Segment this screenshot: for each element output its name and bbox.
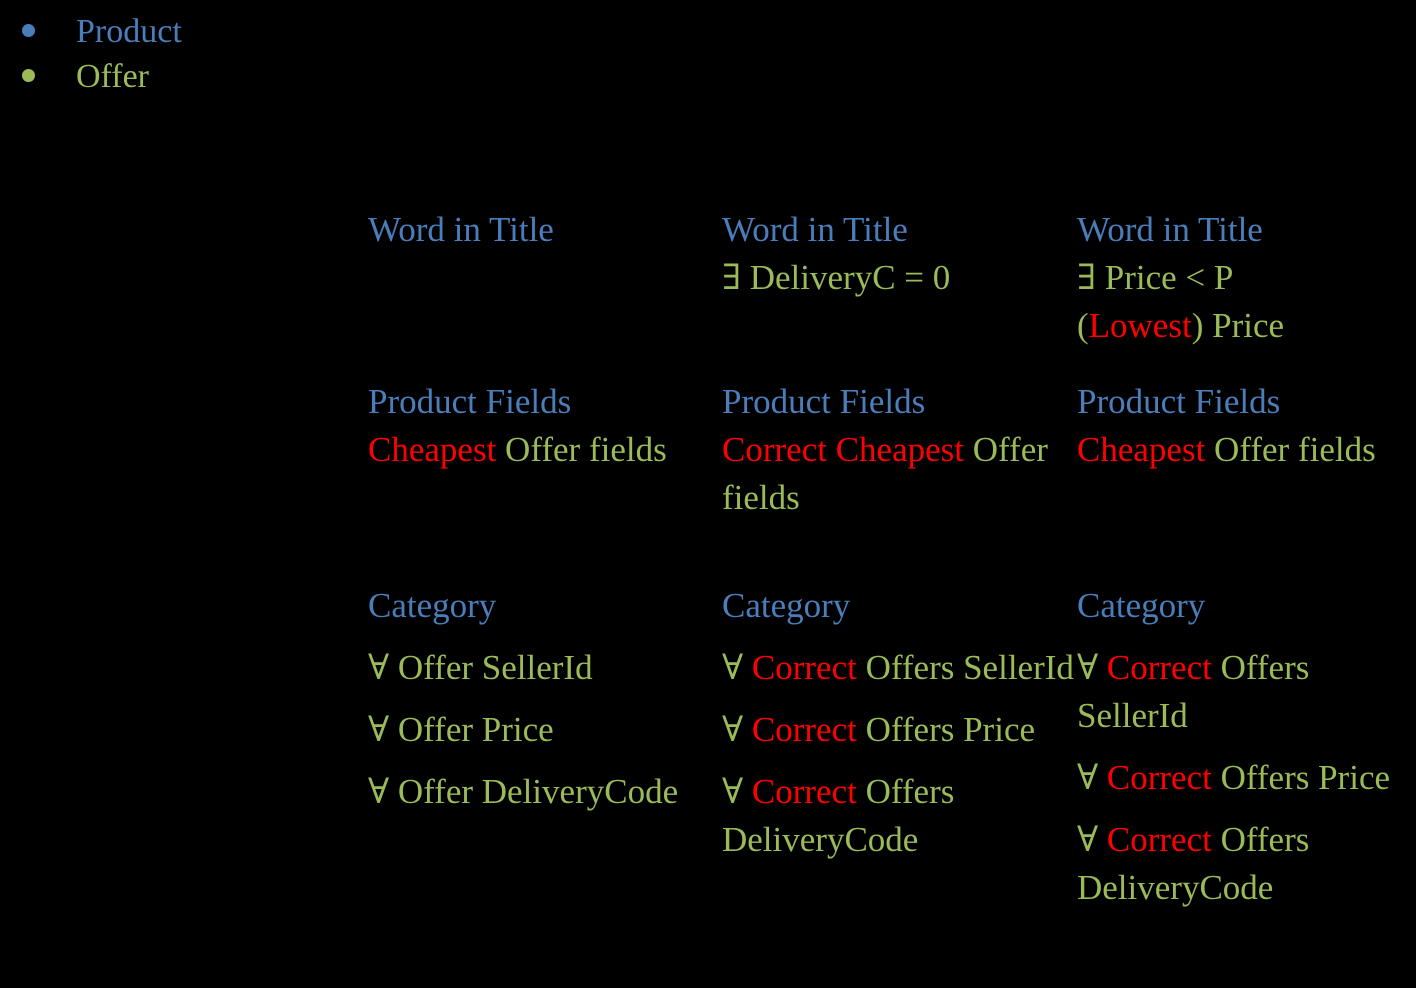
- column-2: Word in Title ∃ DeliveryC = 0 Product Fi…: [722, 206, 1077, 926]
- column-3-header-condition: ∃ Price < P: [1077, 254, 1416, 302]
- column-2-category-item-3: ∀ Correct Offers DeliveryCode: [722, 768, 1077, 864]
- column-1-category-item-1-rest: Offer SellerId: [397, 648, 593, 687]
- column-1-header-block: Word in Title: [368, 206, 722, 378]
- list-item: Offer: [22, 57, 382, 102]
- column-1-category-title: Category: [368, 586, 497, 625]
- forall-icon: ∀: [368, 648, 398, 687]
- column-3-header-extra-highlight: Lowest: [1088, 306, 1192, 345]
- column-1-category-item-3-rest: Offer DeliveryCode: [397, 772, 679, 811]
- column-2-category-item-2-rest: Offers Price: [856, 710, 1036, 749]
- column-3-header-title: Word in Title: [1077, 210, 1263, 249]
- forall-icon: ∀: [1077, 820, 1107, 859]
- column-2-category-item-1-highlight: Correct: [751, 648, 857, 687]
- column-1-fields-block: Product Fields Cheapest Offer fields: [368, 378, 722, 582]
- column-2-fields-highlight: Correct Cheapest: [722, 430, 964, 469]
- exists-icon: ∃: [722, 258, 750, 297]
- exists-icon: ∃: [1077, 258, 1105, 297]
- column-3-fields-highlight: Cheapest: [1077, 430, 1206, 469]
- column-1: Word in Title Product Fields Cheapest Of…: [368, 206, 722, 926]
- column-1-header-title: Word in Title: [368, 210, 554, 249]
- column-2-category-item-3-highlight: Correct: [751, 772, 857, 811]
- column-2-fields-value: Correct Cheapest Offer fields: [722, 426, 1077, 522]
- forall-icon: ∀: [722, 772, 752, 811]
- column-3-category-item-2-highlight: Correct: [1106, 758, 1212, 797]
- column-2-category-block: Category ∀ Correct Offers SellerId ∀ Cor…: [722, 582, 1077, 864]
- column-1-category-item-3: ∀ Offer DeliveryCode: [368, 768, 722, 816]
- forall-icon: ∀: [1077, 758, 1107, 797]
- column-3-fields-title: Product Fields: [1077, 382, 1281, 421]
- column-3-category-item-2: ∀ Correct Offers Price: [1077, 754, 1416, 802]
- column-3-category-item-2-rest: Offers Price: [1211, 758, 1391, 797]
- column-1-category-block: Category ∀ Offer SellerId ∀ Offer Price …: [368, 582, 722, 816]
- column-3-category-item-3-highlight: Correct: [1106, 820, 1212, 859]
- column-3-header-condition-text: Price < P: [1104, 258, 1234, 297]
- forall-icon: ∀: [722, 710, 752, 749]
- bullet-label-product: Product: [76, 13, 182, 50]
- forall-icon: ∀: [722, 648, 752, 687]
- column-3-header-extra-suffix: ) Price: [1191, 306, 1285, 345]
- comparison-columns: Word in Title Product Fields Cheapest Of…: [368, 206, 1416, 926]
- column-1-category-item-2: ∀ Offer Price: [368, 706, 722, 754]
- column-3-header-block: Word in Title ∃ Price < P (Lowest) Price: [1077, 206, 1416, 378]
- column-1-fields-value: Cheapest Offer fields: [368, 426, 722, 474]
- column-2-header-condition: ∃ DeliveryC = 0: [722, 254, 1077, 302]
- column-2-header-condition-text: DeliveryC = 0: [749, 258, 951, 297]
- column-3-fields-value: Cheapest Offer fields: [1077, 426, 1416, 474]
- column-1-fields-highlight: Cheapest: [368, 430, 497, 469]
- forall-icon: ∀: [368, 710, 398, 749]
- column-2-category-item-1: ∀ Correct Offers SellerId: [722, 644, 1077, 692]
- bullet-label-offer: Offer: [76, 58, 149, 95]
- forall-icon: ∀: [1077, 648, 1107, 687]
- column-3-fields-block: Product Fields Cheapest Offer fields: [1077, 378, 1416, 582]
- column-2-header-block: Word in Title ∃ DeliveryC = 0: [722, 206, 1077, 378]
- column-3-category-item-3: ∀ Correct Offers DeliveryCode: [1077, 816, 1416, 912]
- column-3: Word in Title ∃ Price < P (Lowest) Price…: [1077, 206, 1416, 926]
- bullet-dot-icon: [22, 69, 35, 82]
- column-2-header-title: Word in Title: [722, 210, 908, 249]
- forall-icon: ∀: [368, 772, 398, 811]
- bullet-dot-icon: [22, 24, 35, 37]
- column-3-category-item-1-highlight: Correct: [1106, 648, 1212, 687]
- column-2-category-item-1-rest: Offers SellerId: [856, 648, 1074, 687]
- column-1-category-item-1: ∀ Offer SellerId: [368, 644, 722, 692]
- column-3-category-block: Category ∀ Correct Offers SellerId ∀ Cor…: [1077, 582, 1416, 912]
- column-3-category-title: Category: [1077, 586, 1206, 625]
- column-1-fields-rest: Offer fields: [496, 430, 667, 469]
- column-2-category-item-2: ∀ Correct Offers Price: [722, 706, 1077, 754]
- column-2-category-item-2-highlight: Correct: [751, 710, 857, 749]
- column-2-fields-title: Product Fields: [722, 382, 926, 421]
- column-3-header-extra: (Lowest) Price: [1077, 302, 1416, 350]
- column-1-fields-title: Product Fields: [368, 382, 572, 421]
- column-1-category-item-2-rest: Offer Price: [397, 710, 554, 749]
- list-item: Product: [22, 12, 382, 57]
- column-3-fields-rest: Offer fields: [1205, 430, 1376, 469]
- bullet-list: Product Offer: [22, 12, 382, 102]
- column-2-category-title: Category: [722, 586, 851, 625]
- column-2-fields-block: Product Fields Correct Cheapest Offer fi…: [722, 378, 1077, 582]
- column-3-category-item-1: ∀ Correct Offers SellerId: [1077, 644, 1416, 740]
- column-3-header-extra-prefix: (: [1077, 306, 1089, 345]
